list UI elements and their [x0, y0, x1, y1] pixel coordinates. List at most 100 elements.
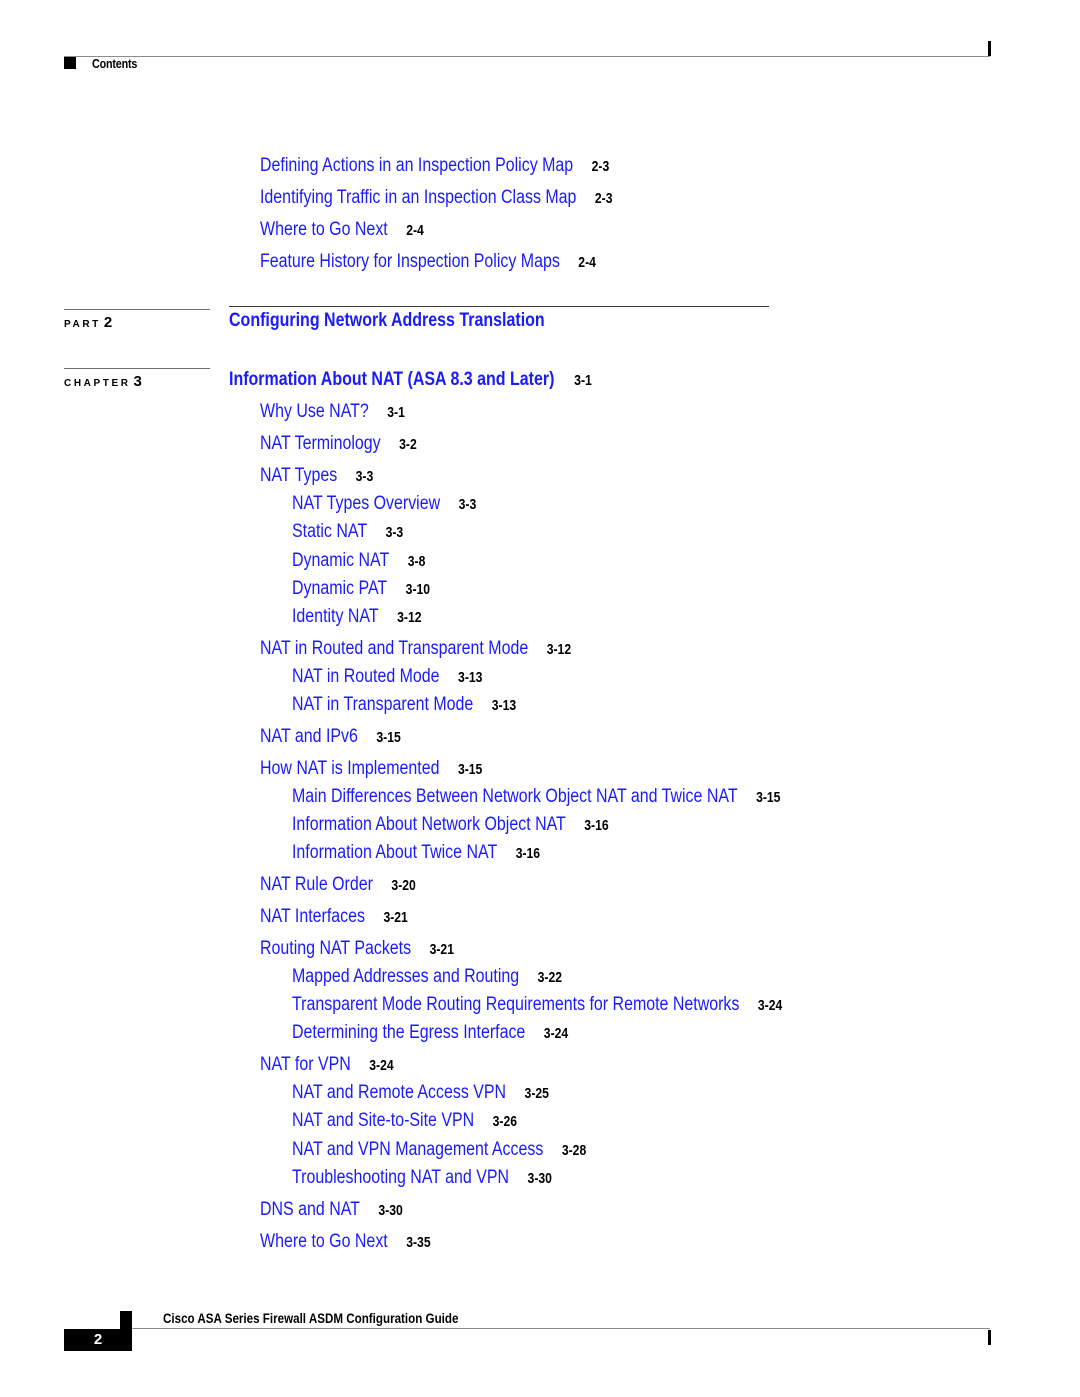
toc-entry[interactable]: NAT Terminology 3-2: [260, 433, 417, 456]
black-square-icon: [64, 57, 76, 69]
chapter-label-text: CHAPTER: [64, 378, 131, 389]
toc-entry-page-ref: 3-20: [391, 878, 416, 894]
toc-entry[interactable]: Transparent Mode Routing Requirements fo…: [292, 994, 782, 1017]
toc-entry[interactable]: Why Use NAT? 3-1: [260, 401, 405, 424]
toc-entry-title: Troubleshooting NAT and VPN: [292, 1167, 510, 1188]
toc-entry[interactable]: NAT in Routed and Transparent Mode 3-12: [260, 638, 571, 661]
toc-entry-page-ref: 2-4: [578, 255, 596, 271]
toc-entry-page-ref: 3-24: [757, 998, 783, 1014]
toc-entry-title: NAT and Site-to-Site VPN: [292, 1110, 475, 1131]
toc-entry[interactable]: DNS and NAT 3-30: [260, 1199, 403, 1222]
toc-entry-page-ref: 3-16: [584, 818, 609, 834]
toc-entry-title: NAT and IPv6: [260, 726, 358, 747]
toc-entry[interactable]: Dynamic PAT 3-10: [292, 578, 430, 601]
toc-entry-page-ref: 3-15: [376, 730, 401, 746]
black-square-icon: [120, 1311, 132, 1329]
toc-entry-page-ref: 3-10: [405, 582, 431, 598]
toc-entry[interactable]: NAT in Routed Mode 3-13: [292, 666, 482, 689]
chapter-page-ref: 3-1: [574, 372, 592, 389]
toc-entry[interactable]: NAT and VPN Management Access 3-28: [292, 1139, 586, 1162]
toc-entry-page-ref: 3-25: [524, 1086, 549, 1102]
toc-entry-page-ref: 3-1: [387, 405, 405, 421]
toc-entry[interactable]: Mapped Addresses and Routing 3-22: [292, 966, 562, 989]
toc-entry-title: Information About Twice NAT: [292, 842, 498, 863]
toc-entry-page-ref: 3-24: [543, 1026, 569, 1042]
toc-entry[interactable]: Defining Actions in an Inspection Policy…: [260, 155, 609, 178]
toc-entry-title: NAT and Remote Access VPN: [292, 1082, 507, 1103]
toc-entry-title: Dynamic NAT: [292, 550, 390, 571]
chapter-number: 3: [133, 373, 142, 390]
toc-entry[interactable]: NAT Types 3-3: [260, 465, 373, 488]
toc-entry[interactable]: NAT in Transparent Mode 3-13: [292, 694, 516, 717]
toc-entry-page-ref: 3-13: [458, 670, 483, 686]
toc-entry-page-ref: 3-12: [397, 610, 422, 626]
toc-entry-title: Feature History for Inspection Policy Ma…: [260, 251, 560, 272]
toc-entry[interactable]: Feature History for Inspection Policy Ma…: [260, 251, 596, 274]
toc-entry[interactable]: NAT and Site-to-Site VPN 3-26: [292, 1110, 517, 1133]
toc-entry-page-ref: 2-3: [594, 191, 613, 207]
toc-entry[interactable]: Identity NAT 3-12: [292, 606, 422, 629]
toc-entry-page-ref: 2-3: [591, 159, 610, 175]
part-label-text: PART: [64, 319, 101, 330]
toc-entry-title: Determining the Egress Interface: [292, 1022, 526, 1043]
toc-entry-page-ref: 3-3: [385, 525, 404, 541]
toc-entry[interactable]: Dynamic NAT 3-8: [292, 550, 425, 573]
toc-entry-page-ref: 3-8: [407, 554, 426, 570]
toc-entry[interactable]: NAT Interfaces 3-21: [260, 906, 408, 929]
toc-entry-title: NAT in Routed Mode: [292, 666, 440, 687]
toc-entry-page-ref: 3-3: [355, 469, 374, 485]
toc-entry[interactable]: NAT Rule Order 3-20: [260, 874, 416, 897]
toc-entry[interactable]: Troubleshooting NAT and VPN 3-30: [292, 1167, 552, 1190]
toc-entry-title: Mapped Addresses and Routing: [292, 966, 520, 987]
chapter-title-link[interactable]: Information About NAT (ASA 8.3 and Later…: [229, 368, 592, 391]
toc-entry-title: Dynamic PAT: [292, 578, 388, 599]
toc-entry[interactable]: Information About Network Object NAT 3-16: [292, 814, 609, 837]
part-heading-rule: [229, 306, 769, 307]
toc-entry-page-ref: 3-28: [561, 1143, 587, 1159]
toc-entry-title: Main Differences Between Network Object …: [292, 786, 738, 807]
toc-entry-title: How NAT is Implemented: [260, 758, 440, 779]
toc-entry-title: Defining Actions in an Inspection Policy…: [260, 155, 574, 176]
toc-entry-page-ref: 3-30: [527, 1171, 552, 1187]
toc-entry-title: Identity NAT: [292, 606, 379, 627]
toc-entry-title: NAT in Routed and Transparent Mode: [260, 638, 529, 659]
toc-entry-title: NAT Rule Order: [260, 874, 373, 895]
header-rule: [64, 56, 990, 57]
toc-entry-title: NAT for VPN: [260, 1054, 351, 1075]
toc-entry-page-ref: 3-22: [537, 970, 563, 986]
toc-entry[interactable]: Identifying Traffic in an Inspection Cla…: [260, 187, 613, 210]
toc-entry-page-ref: 3-12: [546, 642, 572, 658]
toc-entry-page-ref: 3-15: [756, 790, 781, 806]
toc-entry-page-ref: 3-26: [492, 1114, 518, 1130]
part-label: PART 2: [64, 314, 112, 331]
toc-entry[interactable]: Main Differences Between Network Object …: [292, 786, 780, 809]
toc-entry[interactable]: Where to Go Next 2-4: [260, 219, 424, 242]
toc-entry[interactable]: Where to Go Next 3-35: [260, 1231, 431, 1254]
toc-entry[interactable]: Routing NAT Packets 3-21: [260, 938, 454, 961]
footer-page-number: 2: [64, 1329, 132, 1351]
footer-book-title: Cisco ASA Series Firewall ASDM Configura…: [163, 1311, 459, 1326]
toc-entry[interactable]: NAT and IPv6 3-15: [260, 726, 401, 749]
part-title-link[interactable]: Configuring Network Address Translation: [229, 309, 545, 332]
toc-entry-title: Where to Go Next: [260, 1231, 388, 1252]
toc-entry[interactable]: NAT and Remote Access VPN 3-25: [292, 1082, 549, 1105]
toc-entry-title: Where to Go Next: [260, 219, 388, 240]
toc-entry[interactable]: How NAT is Implemented 3-15: [260, 758, 482, 781]
toc-entry-title: NAT Types: [260, 465, 338, 486]
toc-entry[interactable]: NAT for VPN 3-24: [260, 1054, 394, 1077]
toc-entry-title: Identifying Traffic in an Inspection Cla…: [260, 187, 577, 208]
toc-entry[interactable]: NAT Types Overview 3-3: [292, 493, 476, 516]
toc-entry[interactable]: Information About Twice NAT 3-16: [292, 842, 540, 865]
part-title: Configuring Network Address Translation: [229, 309, 545, 331]
toc-entry-page-ref: 3-35: [406, 1235, 431, 1251]
toc-entry-page-ref: 3-13: [491, 698, 517, 714]
toc-entry[interactable]: Static NAT 3-3: [292, 521, 403, 544]
toc-entry-title: NAT Interfaces: [260, 906, 365, 927]
chapter-title: Information About NAT (ASA 8.3 and Later…: [229, 368, 555, 390]
toc-entry-title: NAT Terminology: [260, 433, 381, 454]
toc-entry-title: Information About Network Object NAT: [292, 814, 566, 835]
crop-mark-top: [988, 41, 991, 56]
toc-entry[interactable]: Determining the Egress Interface 3-24: [292, 1022, 568, 1045]
toc-entry-title: DNS and NAT: [260, 1199, 360, 1220]
toc-entry-title: Why Use NAT?: [260, 401, 369, 422]
